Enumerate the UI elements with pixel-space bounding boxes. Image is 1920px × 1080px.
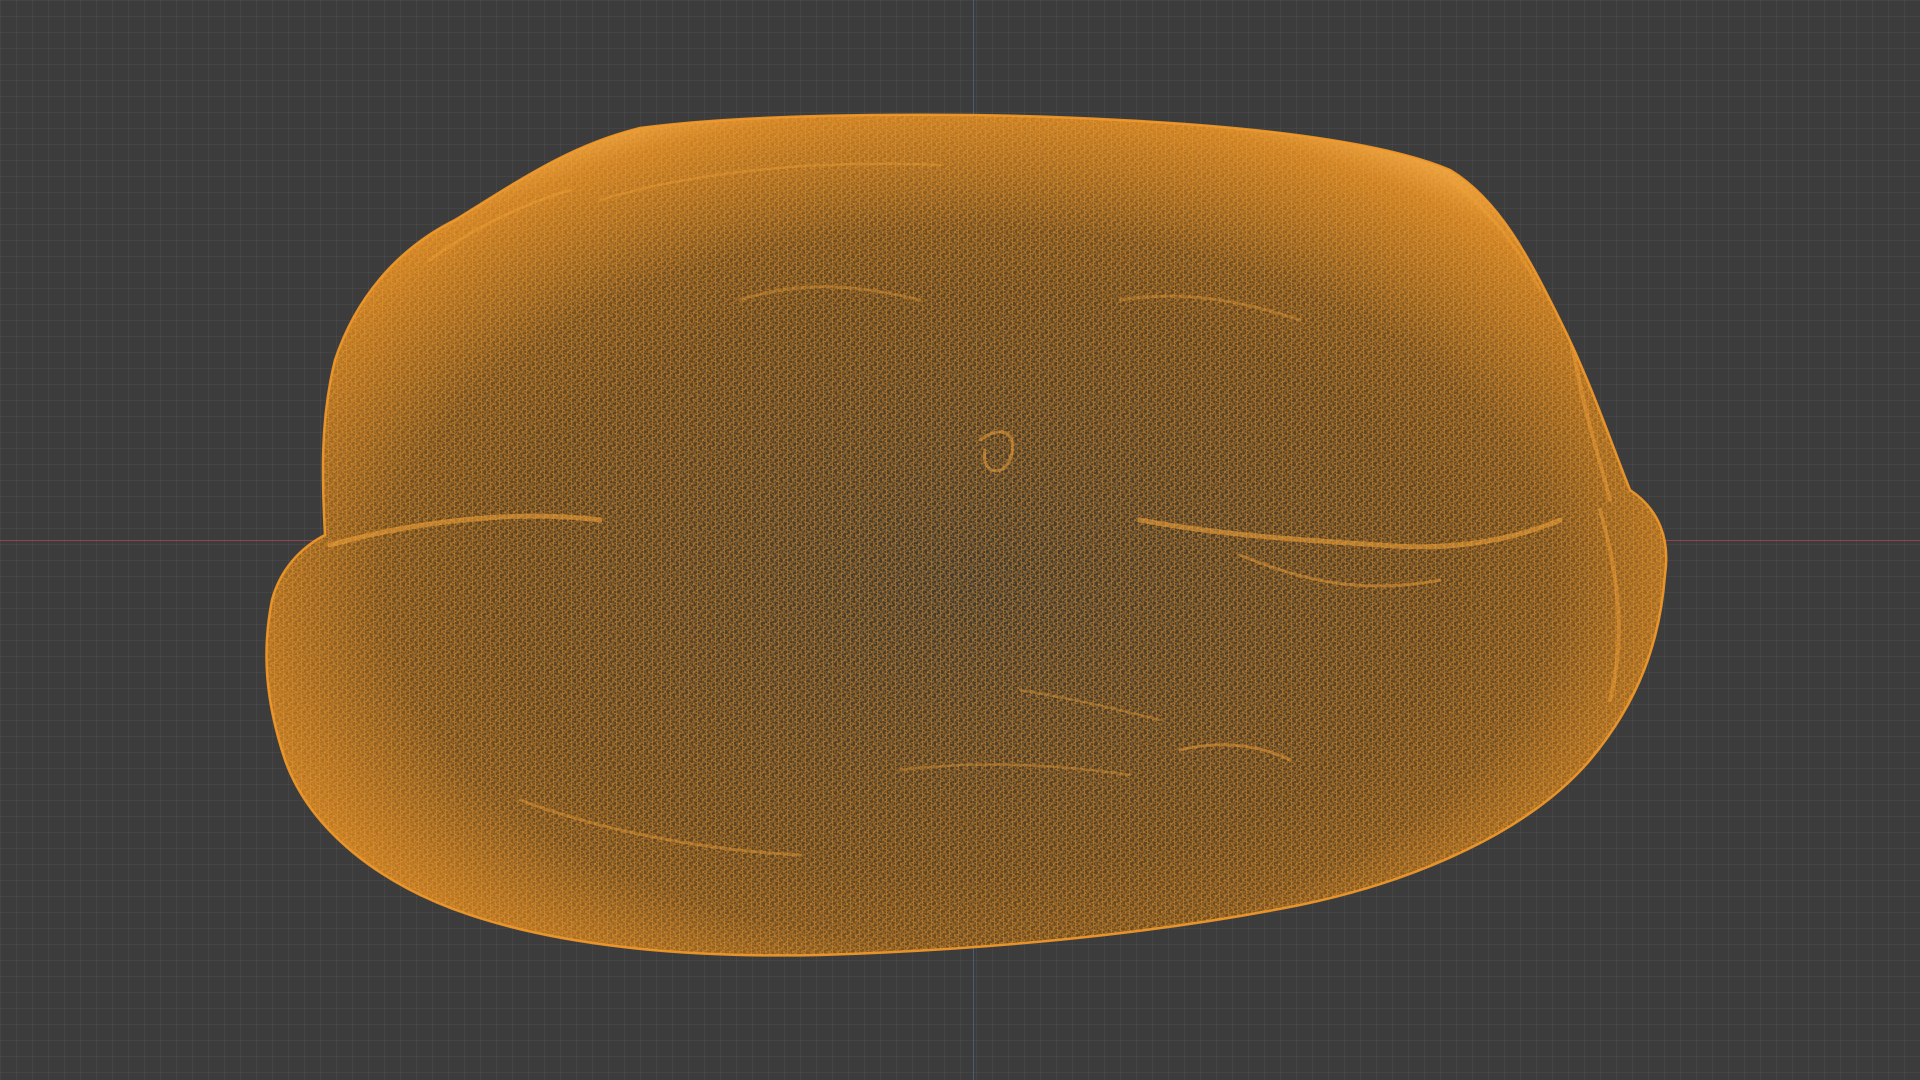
3d-viewport[interactable] <box>0 0 1920 1080</box>
wireframe-rock-mesh[interactable] <box>0 0 1920 1080</box>
rock-body <box>266 114 1667 956</box>
